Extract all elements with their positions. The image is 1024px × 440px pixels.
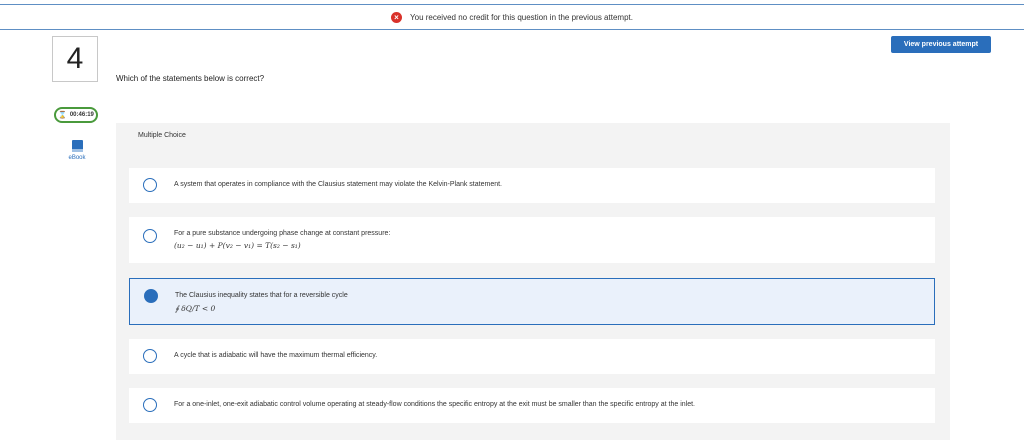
option-4[interactable]: A cycle that is adiabatic will have the … bbox=[129, 339, 935, 374]
radio-button-selected[interactable] bbox=[144, 289, 158, 303]
question-text: Which of the statements below is correct… bbox=[116, 74, 265, 83]
radio-button[interactable] bbox=[143, 178, 157, 192]
option-5[interactable]: For a one-inlet, one-exit adiabatic cont… bbox=[129, 388, 935, 423]
radio-button[interactable] bbox=[143, 398, 157, 412]
option-text: For a pure substance undergoing phase ch… bbox=[174, 230, 391, 237]
option-text: A system that operates in compliance wit… bbox=[174, 181, 502, 188]
radio-button[interactable] bbox=[143, 349, 157, 363]
timer-badge[interactable]: ⌛ 00:46:19 bbox=[54, 107, 98, 123]
multiple-choice-title: Multiple Choice bbox=[138, 132, 186, 139]
error-icon: × bbox=[391, 11, 403, 23]
option-1[interactable]: A system that operates in compliance wit… bbox=[129, 168, 935, 203]
radio-button[interactable] bbox=[143, 229, 157, 243]
banner-message: You received no credit for this question… bbox=[410, 12, 633, 22]
option-3[interactable]: The Clausius inequality states that for … bbox=[129, 278, 935, 325]
option-formula: ∮ δQ/T < 0 bbox=[175, 304, 216, 313]
hourglass-icon: ⌛ bbox=[58, 112, 67, 119]
question-number: 4 bbox=[52, 36, 98, 82]
option-2[interactable]: For a pure substance undergoing phase ch… bbox=[129, 217, 935, 263]
book-icon bbox=[71, 140, 83, 152]
multiple-choice-panel: Multiple Choice A system that operates i… bbox=[116, 123, 950, 440]
option-text: The Clausius inequality states that for … bbox=[175, 292, 348, 299]
option-text: A cycle that is adiabatic will have the … bbox=[174, 352, 378, 359]
option-formula: (u₂ − u₁) + P(v₂ − v₁) = T(s₂ − s₁) bbox=[174, 241, 301, 250]
ebook-button[interactable]: eBook bbox=[60, 140, 94, 168]
option-text: For a one-inlet, one-exit adiabatic cont… bbox=[174, 401, 696, 408]
ebook-label: eBook bbox=[68, 155, 86, 161]
timer-value: 00:46:19 bbox=[69, 112, 94, 118]
view-previous-attempt-button[interactable]: View previous attempt bbox=[891, 36, 991, 53]
feedback-banner: × You received no credit for this questi… bbox=[0, 4, 1024, 30]
